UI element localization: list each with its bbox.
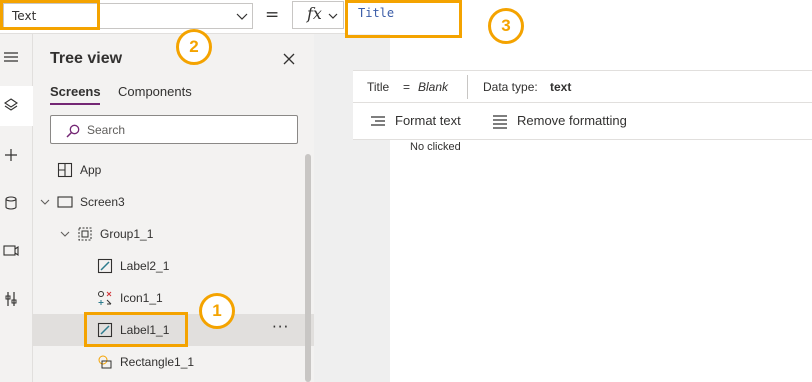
- remove-formatting-button[interactable]: Remove formatting: [517, 113, 627, 128]
- media-button[interactable]: [0, 232, 33, 272]
- tree-item-label: App: [80, 163, 102, 177]
- tree-view-title: Tree view: [50, 50, 123, 67]
- data-type-value: text: [550, 80, 572, 94]
- function-button[interactable]: fx: [292, 1, 344, 29]
- formula-equals: =: [403, 80, 411, 94]
- equals-sign: =: [265, 5, 280, 25]
- tree-item-screen3[interactable]: Screen3: [33, 186, 314, 218]
- formula-tools-bar: Format text Remove formatting: [353, 103, 812, 140]
- canvas-label-control[interactable]: No clicked: [410, 141, 461, 153]
- data-type-label: Data type:: [483, 80, 538, 94]
- search-input[interactable]: [87, 122, 287, 138]
- media-icon: [3, 245, 19, 257]
- format-text-icon: [371, 116, 385, 126]
- formula-name: Title: [367, 80, 390, 94]
- tree-item-label: Icon1_1: [120, 291, 163, 305]
- tree-item-label: Group1_1: [100, 227, 154, 241]
- formula-info-bar: Title = Blank Data type: text: [353, 70, 812, 103]
- format-text-button[interactable]: Format text: [395, 113, 461, 128]
- formula-result: Blank: [418, 80, 449, 94]
- tree-view-button[interactable]: [0, 86, 33, 126]
- search-box[interactable]: [50, 115, 298, 144]
- tree-item-icon1-1[interactable]: Icon1_1: [33, 282, 314, 314]
- tree-item-label: Screen3: [80, 195, 125, 209]
- chevron-down-icon: [328, 13, 338, 19]
- divider: [467, 75, 468, 99]
- chevron-down-icon: [236, 13, 248, 20]
- layers-icon: [4, 98, 18, 111]
- screen-icon: [57, 196, 73, 208]
- hamburger-icon: [4, 52, 18, 62]
- database-icon: [5, 196, 17, 210]
- rectangle-icon: [98, 355, 112, 369]
- tab-screens[interactable]: Screens: [50, 84, 101, 99]
- remove-formatting-icon: [493, 115, 507, 129]
- tree-item-label2-1[interactable]: Label2_1: [33, 250, 314, 282]
- tools-icon: [5, 292, 17, 306]
- callout-1: 1: [199, 293, 235, 329]
- data-button[interactable]: [0, 184, 33, 224]
- search-icon: [66, 124, 80, 138]
- tab-components[interactable]: Components: [118, 84, 192, 99]
- tree-item-group1-1[interactable]: Group1_1: [33, 218, 314, 250]
- left-rail: [0, 34, 33, 382]
- callout-2: 2: [176, 29, 212, 65]
- chevron-down-icon[interactable]: [60, 229, 70, 239]
- selected-item-highlight: [84, 312, 188, 347]
- tree-scrollbar[interactable]: [305, 154, 311, 382]
- group-icon: [78, 227, 92, 241]
- property-highlight: [0, 0, 100, 30]
- tree-item-rectangle1-1[interactable]: Rectangle1_1: [33, 346, 314, 378]
- close-icon[interactable]: [281, 51, 297, 67]
- tree-item-label: Rectangle1_1: [120, 355, 195, 369]
- advanced-tools-button[interactable]: [0, 280, 33, 320]
- label-icon: [97, 258, 113, 274]
- chevron-down-icon[interactable]: [40, 197, 50, 207]
- plus-icon: [5, 149, 17, 161]
- tree-item-app[interactable]: App: [33, 154, 314, 186]
- fx-icon: fx: [307, 4, 322, 23]
- formula-highlight: [345, 0, 462, 38]
- callout-3: 3: [488, 8, 524, 44]
- menu-button[interactable]: [0, 38, 33, 78]
- active-tab-indicator: [50, 103, 100, 105]
- icon-control-icon: [98, 291, 112, 305]
- app-icon: [57, 162, 73, 178]
- tree-item-label: Label2_1: [120, 259, 170, 273]
- insert-button[interactable]: [0, 136, 33, 176]
- more-options-button[interactable]: ···: [272, 318, 289, 336]
